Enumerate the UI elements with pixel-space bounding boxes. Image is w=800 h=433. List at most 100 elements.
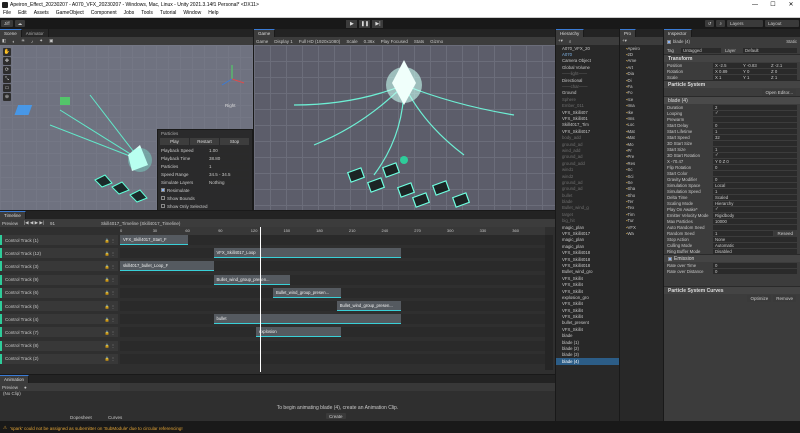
prop-value[interactable]: 1 — [713, 128, 797, 134]
prop-value[interactable]: Scaled — [713, 194, 797, 200]
track-lock-icon[interactable]: 🔒 ⋮ — [105, 264, 115, 269]
history-icon[interactable]: ↺ — [704, 20, 715, 27]
scene-audio-icon[interactable]: ♪ — [31, 39, 33, 44]
prop-value[interactable]: ✓ — [713, 206, 797, 212]
prop-value[interactable]: 1 — [713, 230, 774, 236]
scale-y[interactable]: Y 1 — [741, 74, 769, 80]
gizmos-button[interactable]: Gizmo — [430, 39, 443, 44]
pause-button[interactable]: ❚❚ — [359, 19, 371, 28]
prop-value[interactable]: 32 — [713, 134, 797, 140]
control-track[interactable]: Control Track (1) 🔒 ⋮ — [0, 235, 118, 245]
control-track[interactable]: Control Track (12) 🔒 ⋮ — [0, 248, 118, 259]
frame-field[interactable]: 91 — [50, 221, 55, 226]
close-button[interactable]: ✕ — [782, 1, 800, 8]
record-icon[interactable]: ● — [24, 385, 27, 390]
curves-header[interactable]: Particle System Curves — [664, 286, 800, 294]
game-mode-dropdown[interactable]: Game — [256, 39, 268, 44]
control-track[interactable]: Control Track (9) 🔒 ⋮ — [0, 274, 118, 285]
timeline-clip[interactable]: explosion — [256, 327, 341, 338]
account-dropdown[interactable]: Jiff — [1, 20, 13, 27]
timeline-scrollbar[interactable] — [545, 235, 553, 370]
tab-hierarchy[interactable]: Hierarchy — [556, 29, 585, 37]
emission-header[interactable]: Emission — [664, 254, 800, 262]
prop-value[interactable] — [713, 116, 797, 122]
status-message[interactable]: 'spark' could not be assigned as subemit… — [10, 426, 183, 431]
curves-tab[interactable]: Curves — [108, 415, 122, 420]
track-lane[interactable] — [120, 340, 545, 351]
timeline-clip[interactable]: Bullet_wind_group_presen... — [213, 274, 290, 285]
scene-gizmo-icon[interactable]: ◧ — [2, 38, 6, 44]
stop-particles-button[interactable]: Stop — [220, 138, 249, 145]
scene-2d-icon[interactable]: ◐ — [12, 39, 15, 44]
cloud-icon[interactable]: ☁ — [14, 20, 26, 27]
control-track[interactable]: Control Track (7) 🔒 ⋮ — [0, 327, 118, 338]
rotation-y[interactable]: Y 0 — [741, 68, 769, 74]
prop-value[interactable]: Hierarchy — [713, 200, 797, 206]
playback-time-field[interactable]: 38.80 — [207, 155, 249, 161]
position-y[interactable]: Y -0.83 — [741, 62, 769, 68]
restart-particles-button[interactable]: Restart — [190, 138, 219, 145]
menu-assets[interactable]: Assets — [34, 10, 49, 16]
track-lock-icon[interactable]: 🔒 ⋮ — [105, 317, 115, 322]
track-lock-icon[interactable]: 🔒 ⋮ — [105, 304, 115, 309]
menu-tutorial[interactable]: Tutorial — [160, 10, 177, 16]
project-folder[interactable]: ▪ Wa — [620, 230, 663, 236]
track-lock-icon[interactable]: 🔒 ⋮ — [105, 343, 115, 348]
scale-z[interactable]: Z 1 — [769, 74, 797, 80]
transform-header[interactable]: Transform — [664, 54, 800, 62]
timeline-ruler[interactable]: 0 30 60 90 120 150 180 210 240 270 300 330 360 — [120, 227, 545, 235]
control-track[interactable]: Control Track (3) 🔒 ⋮ — [0, 261, 118, 272]
remove-button[interactable]: Remove — [773, 294, 796, 302]
timeline-clip[interactable]: VFX_Skill4017_Loop — [213, 248, 401, 259]
layers-dropdown[interactable]: Layers — [727, 20, 764, 27]
track-lock-icon[interactable]: 🔒 ⋮ — [105, 330, 115, 335]
playhead[interactable] — [260, 227, 262, 372]
reseed-button[interactable]: Reseed — [774, 229, 796, 237]
tab-game[interactable]: Game — [254, 29, 276, 37]
scale-value[interactable]: 0.36x — [364, 39, 375, 44]
open-editor-button[interactable]: Open Editor... — [762, 88, 796, 96]
menu-component[interactable]: Component — [91, 10, 117, 16]
add-icon[interactable]: +▾ — [558, 38, 563, 44]
play-focused-dropdown[interactable]: Play Focused — [381, 39, 408, 44]
playback-speed-field[interactable]: 1.00 — [207, 147, 249, 153]
tab-timeline[interactable]: Timeline — [0, 211, 26, 219]
menu-jobs[interactable]: Jobs — [124, 10, 135, 16]
track-lock-icon[interactable]: 🔒 ⋮ — [105, 290, 115, 295]
prop-value[interactable]: Rigidbody — [713, 212, 797, 218]
menu-tools[interactable]: Tools — [141, 10, 153, 16]
control-track[interactable]: Control Track (4) 🔒 ⋮ — [0, 314, 118, 325]
add-icon[interactable]: +▾ — [622, 38, 627, 44]
prop-value[interactable] — [713, 140, 797, 146]
clip-dropdown[interactable]: (No Clip) — [0, 391, 120, 396]
track-lock-icon[interactable]: 🔒 ⋮ — [105, 251, 115, 256]
track-lane[interactable] — [120, 301, 545, 311]
prop-value[interactable]: 1 — [713, 188, 797, 194]
prop-value[interactable] — [713, 224, 797, 230]
prop-value[interactable]: 2 — [713, 104, 797, 110]
prop-value[interactable]: Disabled — [713, 248, 797, 254]
transport-icon[interactable]: |◀ ◀ ▶ ▶| — [24, 220, 44, 226]
optimize-button[interactable]: Optimize — [747, 294, 772, 302]
timeline-clip[interactable]: Bullet_wind_group_presen... — [273, 287, 341, 298]
rotation-x[interactable]: X 0.89 — [713, 68, 741, 74]
track-lock-icon[interactable]: 🔒 ⋮ — [105, 356, 115, 361]
prop-value[interactable]: Automatic — [713, 242, 797, 248]
prop-value[interactable]: ✓ — [713, 152, 797, 158]
step-button[interactable]: ▶| — [372, 19, 384, 28]
display-dropdown[interactable]: Display 1 — [274, 39, 293, 44]
tab-animation[interactable]: Animation — [0, 375, 30, 383]
create-clip-button[interactable]: Create — [326, 413, 346, 419]
particle-system-header[interactable]: Particle System — [664, 80, 800, 88]
control-track[interactable]: Control Track (6) 🔒 ⋮ — [0, 287, 118, 298]
scene-camera-icon[interactable]: ▣ — [49, 38, 53, 44]
game-viewport[interactable] — [254, 45, 555, 210]
track-lane[interactable] — [120, 353, 545, 364]
hierarchy-item[interactable]: blade (4) — [556, 358, 619, 365]
tag-dropdown[interactable]: Untagged — [681, 47, 721, 53]
prop-value[interactable]: Y 0 Z 0 — [713, 158, 797, 164]
show-bounds-checkbox[interactable] — [161, 196, 165, 200]
tab-inspector[interactable]: Inspector — [664, 29, 692, 37]
control-track[interactable]: Control Track (8) 🔒 ⋮ — [0, 340, 118, 351]
prop-value[interactable]: 0 — [713, 176, 797, 182]
